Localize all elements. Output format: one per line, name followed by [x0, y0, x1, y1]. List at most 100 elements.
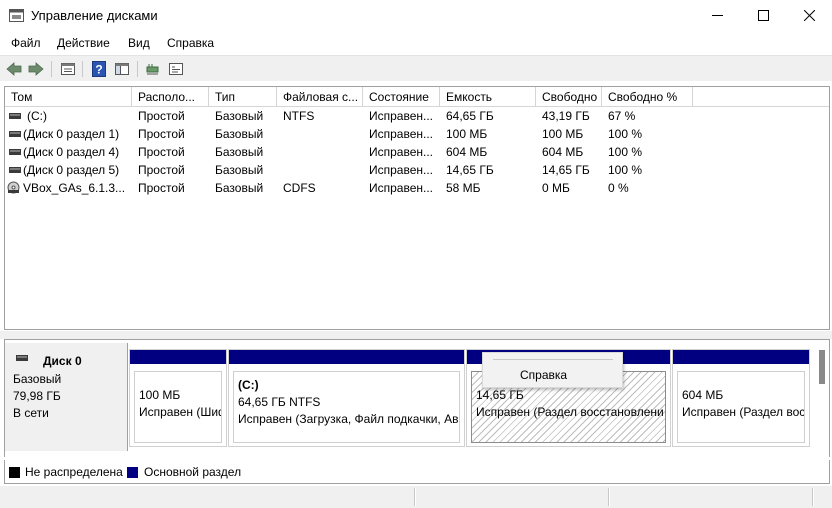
- cell-type: Базовый: [215, 109, 264, 123]
- cell-capacity: 14,65 ГБ: [446, 163, 494, 177]
- disk-layout-pane: Диск 0 Базовый 79,98 ГБ В сети 100 МБ Ис…: [4, 339, 830, 457]
- column-header-capacity[interactable]: Емкость: [440, 87, 536, 107]
- cell-free-percent: 67 %: [608, 109, 636, 123]
- minimize-button[interactable]: [694, 0, 740, 30]
- column-header-layout[interactable]: Располо...: [132, 87, 209, 107]
- menu-view[interactable]: Вид: [128, 36, 150, 50]
- maximize-button[interactable]: [740, 0, 786, 30]
- help-button[interactable]: ?: [90, 60, 108, 78]
- console-icon: [169, 63, 183, 75]
- column-header-type[interactable]: Тип: [209, 87, 277, 107]
- properties-icon: [61, 63, 75, 75]
- cell-type: Базовый: [215, 163, 264, 177]
- cell-layout: Простой: [138, 163, 185, 177]
- cell-type: Базовый: [215, 127, 264, 141]
- menu-file[interactable]: Файл: [11, 36, 41, 50]
- console-button[interactable]: [167, 60, 185, 78]
- legend-label-primary: Основной раздел: [144, 465, 242, 479]
- column-header-filesystem[interactable]: Файловая с...: [277, 87, 363, 107]
- cell-status: Исправен...: [369, 109, 434, 123]
- cell-volume: VBox_GAs_6.1.3...: [23, 181, 126, 195]
- toolbar-separator: [137, 61, 138, 77]
- partition-status: Исправен (Раздел восстановлени: [476, 405, 664, 419]
- status-divider: [812, 488, 814, 506]
- disk-icon: [16, 355, 28, 361]
- toolbar-separator: [51, 61, 52, 77]
- show-hide-pane-button[interactable]: [113, 60, 131, 78]
- cell-type: Базовый: [215, 145, 264, 159]
- column-header-status[interactable]: Состояние: [363, 87, 440, 107]
- cell-type: Базовый: [215, 181, 264, 195]
- table-row[interactable]: (C:) Простой Базовый NTFS Исправен... 64…: [5, 107, 829, 125]
- volume-list[interactable]: Том Располо... Тип Файловая с... Состоян…: [4, 86, 830, 330]
- back-button[interactable]: [5, 60, 23, 78]
- cell-layout: Простой: [138, 109, 185, 123]
- cell-free-percent: 100 %: [608, 127, 643, 141]
- disk-state: В сети: [13, 406, 49, 420]
- status-divider: [414, 488, 416, 506]
- toolbar-separator: [82, 61, 83, 77]
- cell-filesystem: NTFS: [283, 109, 315, 123]
- popup-divider: [493, 359, 613, 360]
- cell-status: Исправен...: [369, 181, 434, 195]
- cell-layout: Простой: [138, 127, 185, 141]
- cell-free: 0 МБ: [542, 181, 570, 195]
- cell-layout: Простой: [138, 181, 185, 195]
- cell-free-percent: 0 %: [608, 181, 629, 195]
- partition-body: 604 МБ Исправен (Раздел вос: [677, 371, 805, 443]
- partition-block[interactable]: (C:) 64,65 ГБ NTFS Исправен (Загрузка, Ф…: [228, 349, 465, 447]
- toolbar: ?: [0, 55, 832, 81]
- partition-body: 100 МБ Исправен (Шиф: [134, 371, 222, 443]
- help-popup[interactable]: Справка: [482, 352, 623, 388]
- connect-button[interactable]: [144, 60, 162, 78]
- vertical-scrollbar-thumb[interactable]: [819, 350, 825, 384]
- help-icon: ?: [92, 61, 106, 77]
- legend-swatch-primary: [127, 467, 138, 478]
- disk-management-app-icon: [9, 9, 24, 22]
- title-bar: Управление дисками: [0, 0, 832, 32]
- disk-type: Базовый: [13, 372, 62, 386]
- connect-icon: [146, 64, 159, 75]
- cell-free: 604 МБ: [542, 145, 584, 159]
- table-row[interactable]: (Диск 0 раздел 4) Простой Базовый Исправ…: [5, 143, 829, 161]
- cell-capacity: 100 МБ: [446, 127, 488, 141]
- properties-button[interactable]: [59, 60, 77, 78]
- popup-help-item[interactable]: Справка: [520, 368, 567, 382]
- cell-status: Исправен...: [369, 127, 434, 141]
- pane-splitter[interactable]: [0, 331, 832, 339]
- partition-status: Исправен (Шиф: [139, 405, 222, 419]
- partition-block[interactable]: 604 МБ Исправен (Раздел вос: [672, 349, 810, 447]
- forward-arrow-icon: [28, 62, 44, 76]
- cell-free-percent: 100 %: [608, 163, 643, 177]
- disk-title: Диск 0: [43, 354, 82, 368]
- close-icon: [803, 9, 815, 21]
- show-hide-pane-icon: [115, 63, 129, 75]
- table-row[interactable]: VBox_GAs_6.1.3... Простой Базовый CDFS И…: [5, 179, 829, 197]
- cell-volume: (Диск 0 раздел 4): [23, 145, 120, 159]
- forward-button[interactable]: [27, 60, 45, 78]
- table-row[interactable]: (Диск 0 раздел 5) Простой Базовый Исправ…: [5, 161, 829, 179]
- column-header-free-percent[interactable]: Свободно %: [602, 87, 693, 107]
- partition-block[interactable]: 100 МБ Исправен (Шиф: [129, 349, 227, 447]
- column-header-volume[interactable]: Том: [5, 87, 132, 107]
- table-row[interactable]: (Диск 0 раздел 1) Простой Базовый Исправ…: [5, 125, 829, 143]
- menu-bar: Файл Действие Вид Справка: [0, 32, 832, 54]
- cell-filesystem: CDFS: [283, 181, 316, 195]
- partition-size: 100 МБ: [139, 388, 181, 402]
- partition-size: 64,65 ГБ NTFS: [238, 395, 321, 409]
- disk-info-panel[interactable]: Диск 0 Базовый 79,98 ГБ В сети: [5, 343, 128, 451]
- legend-swatch-unallocated: [9, 467, 20, 478]
- disk-size: 79,98 ГБ: [13, 389, 61, 403]
- minimize-icon: [711, 14, 723, 16]
- legend: Не распределена Основной раздел: [4, 460, 830, 484]
- partition-body: (C:) 64,65 ГБ NTFS Исправен (Загрузка, Ф…: [233, 371, 460, 443]
- partition-size: 14,65 ГБ: [476, 388, 524, 402]
- partition-size: 604 МБ: [682, 388, 724, 402]
- column-header-free[interactable]: Свободно: [536, 87, 602, 107]
- menu-help[interactable]: Справка: [167, 36, 214, 50]
- svg-text:?: ?: [95, 63, 102, 77]
- status-bar: [0, 486, 832, 508]
- cell-filesystem: [277, 143, 363, 161]
- menu-action[interactable]: Действие: [57, 36, 110, 50]
- close-button[interactable]: [786, 0, 832, 30]
